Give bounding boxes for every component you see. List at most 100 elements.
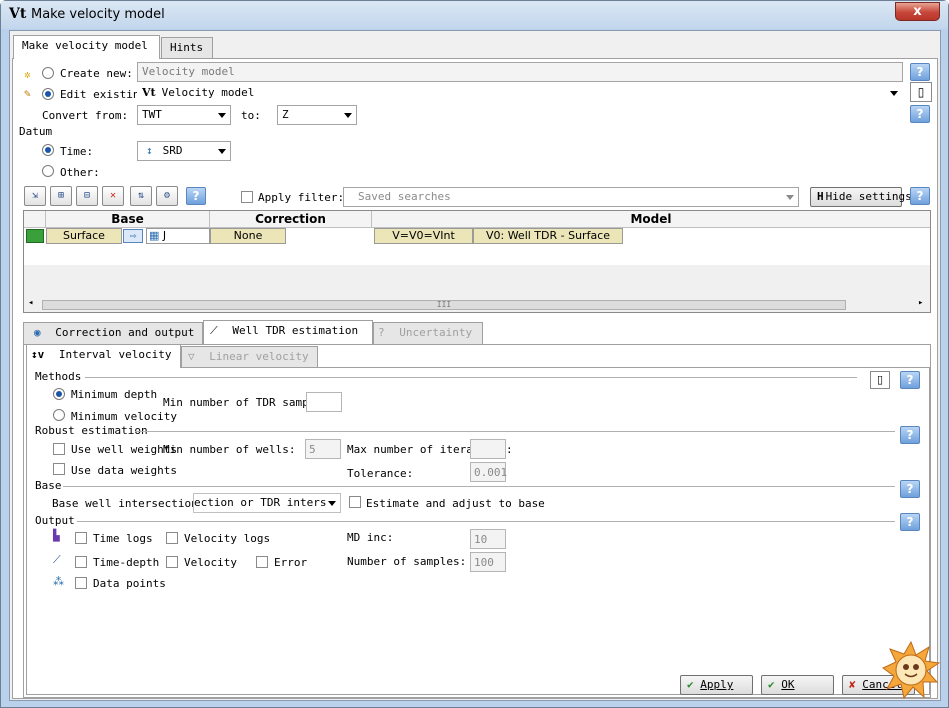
chevron-down-icon xyxy=(218,113,226,118)
well-tdr-panel: ↕v Interval velocity ▽ Linear velocity M… xyxy=(23,344,931,698)
convert-to-combo[interactable]: Z xyxy=(277,105,357,125)
tab-linear-velocity[interactable]: ▽ Linear velocity xyxy=(181,346,318,368)
arrow-right-icon[interactable]: ⇨ xyxy=(123,229,143,243)
tolerance-field[interactable]: 0.001 xyxy=(470,462,507,482)
apply-filter-checkbox[interactable] xyxy=(241,191,253,203)
tolerance-label: Tolerance: xyxy=(347,467,414,480)
tab-well-tdr-estimation[interactable]: ⟋ Well TDR estimation xyxy=(203,320,373,344)
divider xyxy=(85,377,857,378)
convert-from-combo[interactable]: TWT xyxy=(137,105,231,125)
use-well-weights-checkbox[interactable] xyxy=(53,443,65,455)
datum-label: Datum xyxy=(19,125,53,138)
create-new-field[interactable]: Velocity model xyxy=(137,62,903,82)
tab-hints[interactable]: Hints xyxy=(161,37,213,59)
chevron-down-icon xyxy=(786,195,794,200)
time-depth-checkbox[interactable] xyxy=(75,556,87,568)
edit-existing-radio[interactable] xyxy=(42,88,54,100)
apply-filter-label: Apply filter: xyxy=(258,191,345,204)
chevron-down-icon xyxy=(344,113,352,118)
error-checkbox[interactable] xyxy=(256,556,268,568)
help-icon[interactable]: ? xyxy=(900,426,920,444)
convert-to-label: to: xyxy=(241,109,261,122)
scroll-left-icon[interactable]: ◂ xyxy=(28,298,33,308)
max-iterations-field[interactable] xyxy=(470,439,506,459)
base-surface-cell[interactable]: Surface xyxy=(46,228,122,244)
grid-header-correction: Correction xyxy=(210,211,372,228)
minimum-depth-radio[interactable] xyxy=(53,388,65,400)
velocity-logs-checkbox[interactable] xyxy=(166,532,178,544)
data-points-label: Data points xyxy=(93,577,166,590)
model-v0-cell[interactable]: V0: Well TDR - Surface xyxy=(473,228,623,244)
append-row-icon[interactable]: ⇲ xyxy=(24,186,46,206)
new-document-icon[interactable]: ▯ xyxy=(910,82,932,102)
error-label: Error xyxy=(274,556,308,569)
estimate-adjust-label: Estimate and adjust to base xyxy=(366,497,545,510)
check-icon: ✔ xyxy=(687,678,694,691)
star-icon: ✲ xyxy=(24,68,31,81)
horizontal-scrollbar[interactable]: ◂ III ▸ xyxy=(24,298,930,312)
datum-time-radio[interactable] xyxy=(42,144,54,156)
convert-from-value: TWT xyxy=(142,108,162,121)
base-section-label: Base xyxy=(35,479,62,492)
md-inc-field[interactable]: 10 xyxy=(470,529,506,549)
datum-other-label: Other: xyxy=(60,166,100,179)
hide-settings-button[interactable]: H Hide settings xyxy=(810,187,912,207)
settings-help-icon[interactable]: ⚙ xyxy=(156,186,178,206)
apply-button[interactable]: ✔ Apply xyxy=(680,675,753,695)
title-bar[interactable]: Vt Make velocity model x xyxy=(1,1,948,29)
edit-existing-combo[interactable]: Vt Velocity model xyxy=(137,83,903,103)
dialog-client: Make velocity model Hints ✲ Create new: … xyxy=(9,30,941,701)
use-data-weights-checkbox[interactable] xyxy=(53,463,65,475)
interval-velocity-panel: Methods ▯ ? Minimum depth Min number of … xyxy=(26,367,930,695)
min-tdr-samples-field[interactable] xyxy=(306,392,342,412)
help-icon[interactable]: ? xyxy=(910,105,930,123)
time-logs-checkbox[interactable] xyxy=(75,532,87,544)
divider xyxy=(77,521,895,522)
insert-row-icon[interactable]: ⊞ xyxy=(50,186,72,206)
create-new-radio[interactable] xyxy=(42,67,54,79)
datum-time-combo[interactable]: ↕ SRD xyxy=(137,141,231,161)
funnel-icon: ▽ xyxy=(188,350,195,363)
datum-other-radio[interactable] xyxy=(42,165,54,177)
surface-row-icon xyxy=(26,229,44,243)
ok-button[interactable]: ✔ OK xyxy=(761,675,834,695)
minimum-velocity-radio[interactable] xyxy=(53,409,65,421)
tab-interval-velocity[interactable]: ↕v Interval velocity xyxy=(26,344,181,368)
insert-below-icon[interactable]: ⊟ xyxy=(76,186,98,206)
horizon-value: J xyxy=(162,229,167,242)
correction-cell[interactable]: None xyxy=(210,228,286,244)
grid-corner xyxy=(24,211,46,228)
data-points-checkbox[interactable] xyxy=(75,577,87,589)
move-row-icon[interactable]: ⇅ xyxy=(130,186,152,206)
estimate-adjust-checkbox[interactable] xyxy=(349,496,361,508)
tab-make-velocity-model[interactable]: Make velocity model xyxy=(13,35,160,59)
chevron-down-icon xyxy=(218,149,226,154)
scroll-right-icon[interactable]: ▸ xyxy=(918,298,923,308)
sun-mascot-icon xyxy=(882,640,941,700)
model-type-cell[interactable]: V=V0=VInt xyxy=(374,228,473,244)
number-of-samples-field[interactable]: 100 xyxy=(470,552,506,572)
help-icon[interactable]: ? xyxy=(910,63,930,81)
saved-searches-combo[interactable]: Saved searches xyxy=(343,187,799,207)
close-button[interactable]: x xyxy=(895,2,940,21)
scrollbar-thumb[interactable]: III xyxy=(42,300,846,310)
base-horizon-cell[interactable]: ▦ J xyxy=(146,228,210,244)
help-icon[interactable]: ? xyxy=(910,187,930,205)
tab-uncertainty[interactable]: ? Uncertainty xyxy=(373,322,483,344)
help-icon[interactable]: ? xyxy=(900,513,920,531)
edit-existing-value: Velocity model xyxy=(161,86,255,99)
help-icon[interactable]: ? xyxy=(900,480,920,498)
divider xyxy=(135,431,895,432)
help-icon[interactable]: ? xyxy=(900,371,920,389)
base-intersection-combo[interactable]: ection or TDR inters xyxy=(193,493,341,513)
min-wells-field[interactable]: 5 xyxy=(305,439,341,459)
create-new-label: Create new: xyxy=(60,67,133,80)
window-title: Make velocity model xyxy=(31,7,165,22)
chevron-down-icon xyxy=(890,91,898,96)
delete-row-icon[interactable]: ✕ xyxy=(102,186,124,206)
table-row[interactable]: Surface ⇨ ▦ J None V=V0=VInt V0: Well TD… xyxy=(24,228,930,245)
help-icon[interactable]: ? xyxy=(186,187,206,205)
tab-correction-and-output[interactable]: ◉ Correction and output xyxy=(23,322,203,344)
velocity-checkbox[interactable] xyxy=(166,556,178,568)
document-icon[interactable]: ▯ xyxy=(870,371,890,389)
